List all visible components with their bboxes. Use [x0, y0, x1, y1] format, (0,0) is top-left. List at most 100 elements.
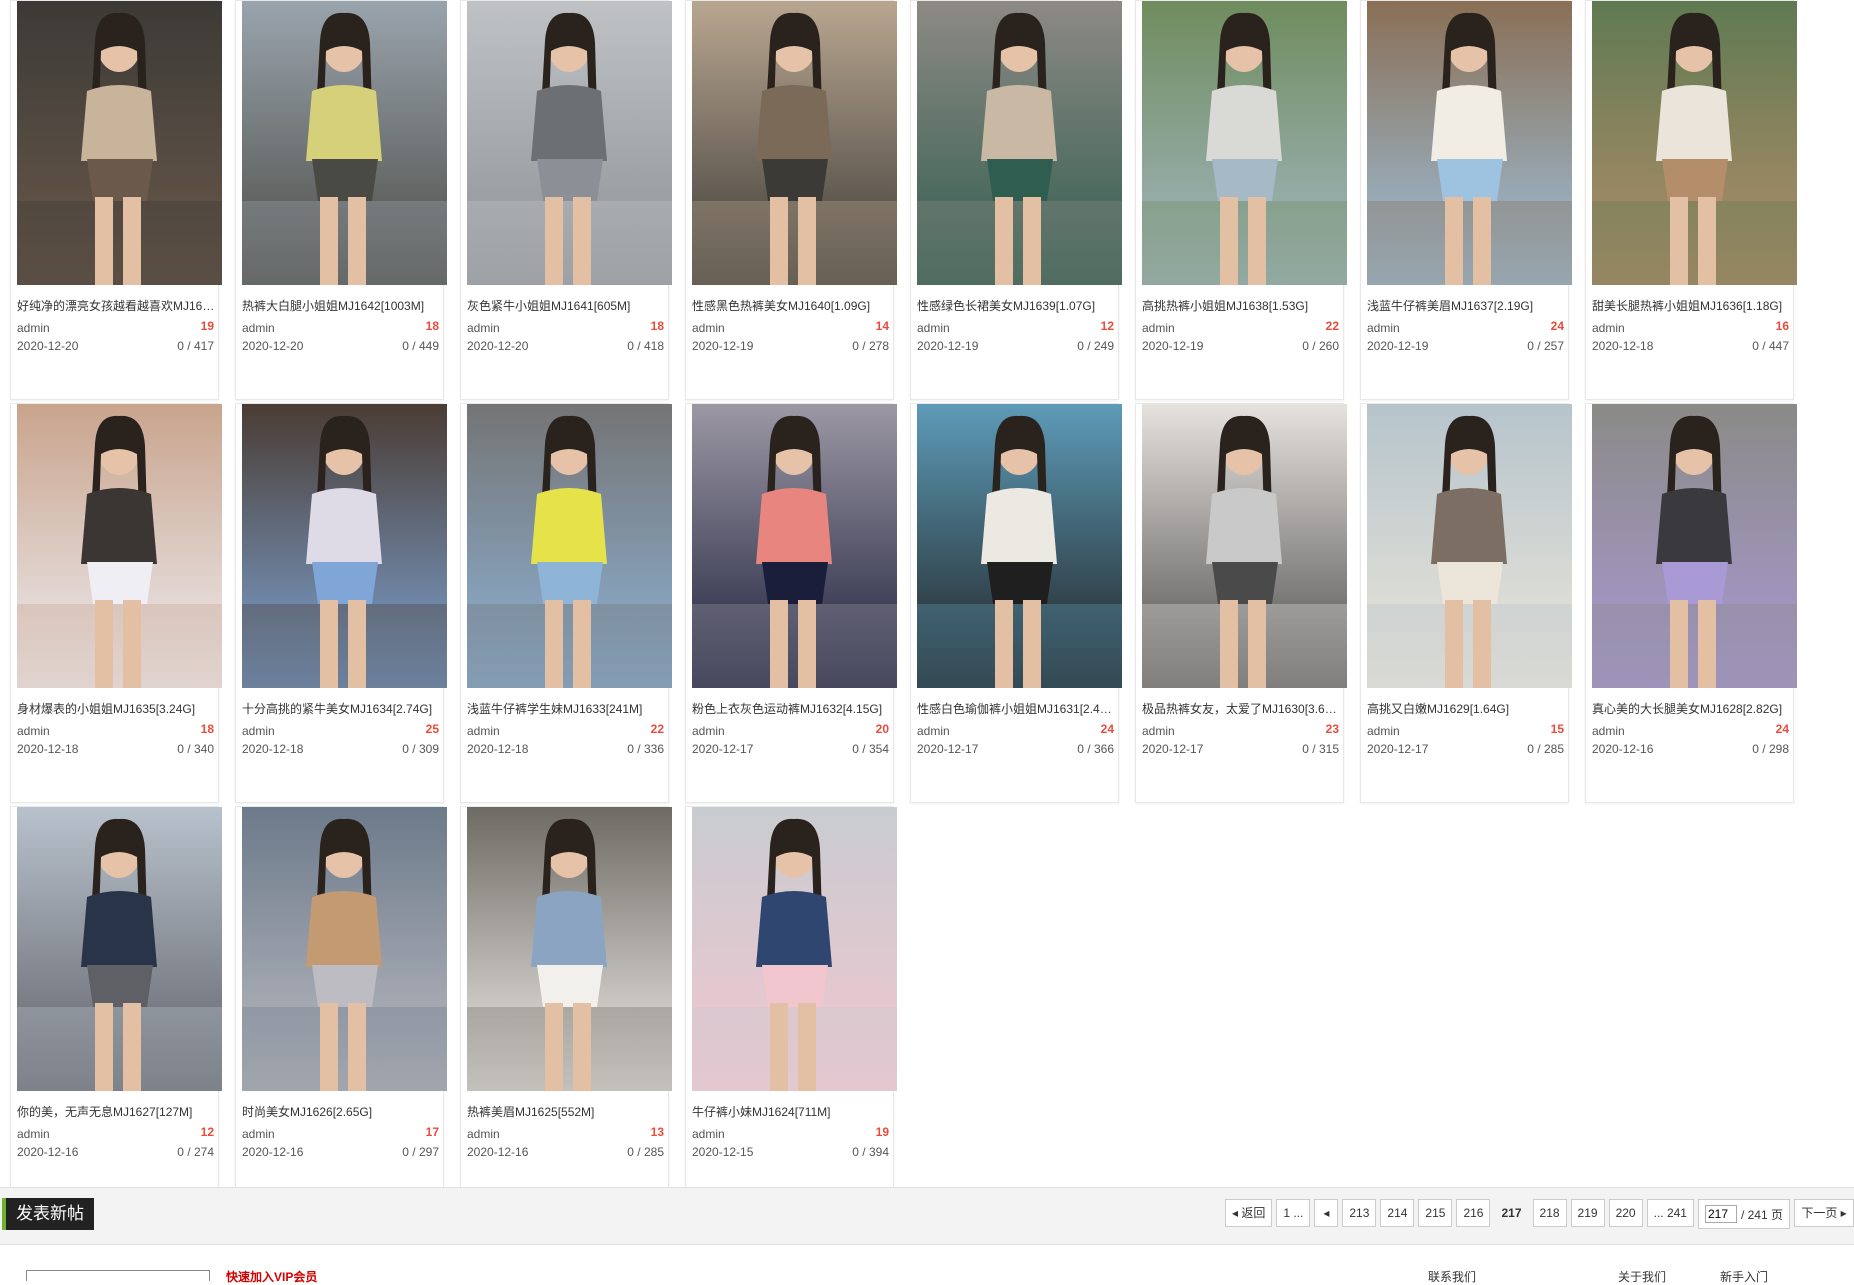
- page-last[interactable]: ... 241: [1646, 1199, 1694, 1227]
- post-thumbnail[interactable]: [1592, 404, 1797, 688]
- post-title[interactable]: 性感白色瑜伽裤小姐姐MJ1631[2.45…: [917, 700, 1117, 717]
- post-title[interactable]: 性感黑色热裤美女MJ1640[1.09G]: [692, 297, 892, 314]
- prev-page-button[interactable]: ◂: [1314, 1199, 1339, 1227]
- back-button[interactable]: ◂ 返回: [1224, 1199, 1273, 1227]
- page-216[interactable]: 216: [1456, 1199, 1491, 1227]
- post-thumbnail[interactable]: [1142, 404, 1347, 688]
- post-thumbnail[interactable]: [242, 807, 447, 1091]
- post-card[interactable]: 粉色上衣灰色运动裤MJ1632[4.15G] admin 20 2020-12-17 0…: [685, 403, 897, 803]
- page-213[interactable]: 213: [1342, 1199, 1377, 1227]
- page-jump-input[interactable]: [1704, 1205, 1737, 1223]
- post-author[interactable]: admin: [467, 321, 500, 335]
- post-author[interactable]: admin: [242, 724, 275, 738]
- post-thumbnail[interactable]: [692, 404, 897, 688]
- post-card[interactable]: 十分高挑的紧牛美女MJ1634[2.74G] admin 25 2020-12-18 0…: [235, 403, 447, 803]
- post-author[interactable]: admin: [242, 1127, 275, 1141]
- post-thumbnail[interactable]: [467, 1, 672, 285]
- page-first[interactable]: 1 ...: [1276, 1199, 1311, 1227]
- post-title[interactable]: 浅蓝牛仔裤学生妹MJ1633[241M]: [467, 700, 667, 717]
- post-card[interactable]: 身材爆表的小姐姐MJ1635[3.24G] admin 18 2020-12-18 0 …: [10, 403, 222, 803]
- post-card[interactable]: 牛仔裤小妹MJ1624[711M] admin 19 2020-12-15 0 / 39…: [685, 806, 897, 1206]
- post-title[interactable]: 性感绿色长裙美女MJ1639[1.07G]: [917, 297, 1117, 314]
- post-title[interactable]: 高挑热裤小姐姐MJ1638[1.53G]: [1142, 297, 1342, 314]
- post-thumbnail[interactable]: [1367, 1, 1572, 285]
- post-card[interactable]: 真心美的大长腿美女MJ1628[2.82G] admin 24 2020-12-16 0…: [1585, 403, 1797, 803]
- post-thumbnail[interactable]: [1367, 404, 1572, 688]
- page-214[interactable]: 214: [1380, 1199, 1415, 1227]
- post-author[interactable]: admin: [1142, 724, 1175, 738]
- post-author[interactable]: admin: [917, 724, 950, 738]
- post-title[interactable]: 时尚美女MJ1626[2.65G]: [242, 1103, 442, 1120]
- post-thumbnail[interactable]: [692, 1, 897, 285]
- post-author[interactable]: admin: [1142, 321, 1175, 335]
- post-title[interactable]: 你的美，无声无息MJ1627[127M]: [17, 1103, 217, 1120]
- post-author[interactable]: admin: [1367, 321, 1400, 335]
- post-card[interactable]: 性感黑色热裤美女MJ1640[1.09G] admin 14 2020-12-19 0 …: [685, 0, 897, 400]
- post-likes: 18: [425, 319, 439, 333]
- new-post-button[interactable]: 发表新帖: [2, 1198, 94, 1230]
- post-thumbnail[interactable]: [242, 404, 447, 688]
- post-author[interactable]: admin: [17, 321, 50, 335]
- page-219[interactable]: 219: [1570, 1199, 1605, 1227]
- post-author[interactable]: admin: [692, 724, 725, 738]
- post-author[interactable]: admin: [467, 724, 500, 738]
- post-author[interactable]: admin: [17, 724, 50, 738]
- post-thumbnail[interactable]: [1142, 1, 1347, 285]
- post-thumbnail[interactable]: [692, 807, 897, 1091]
- post-author[interactable]: admin: [1592, 724, 1625, 738]
- post-author[interactable]: admin: [917, 321, 950, 335]
- post-title[interactable]: 粉色上衣灰色运动裤MJ1632[4.15G]: [692, 700, 892, 717]
- post-card[interactable]: 好纯净的漂亮女孩越看越喜欢MJ164… admin 19 2020-12-20 0 / …: [10, 0, 222, 400]
- post-card[interactable]: 时尚美女MJ1626[2.65G] admin 17 2020-12-16 0 / 29…: [235, 806, 447, 1206]
- post-card[interactable]: 性感白色瑜伽裤小姐姐MJ1631[2.45… admin 24 2020-12-17 0…: [910, 403, 1122, 803]
- post-title[interactable]: 极品热裤女友，太爱了MJ1630[3.61…: [1142, 700, 1342, 717]
- post-card[interactable]: 高挑又白嫩MJ1629[1.64G] admin 15 2020-12-17 0 / 2…: [1360, 403, 1572, 803]
- post-title[interactable]: 好纯净的漂亮女孩越看越喜欢MJ164…: [17, 297, 217, 314]
- post-author[interactable]: admin: [242, 321, 275, 335]
- post-card[interactable]: 热裤美眉MJ1625[552M] admin 13 2020-12-16 0 / 285: [460, 806, 672, 1206]
- post-title[interactable]: 高挑又白嫩MJ1629[1.64G]: [1367, 700, 1567, 717]
- post-title[interactable]: 浅蓝牛仔裤美眉MJ1637[2.19G]: [1367, 297, 1567, 314]
- post-title[interactable]: 真心美的大长腿美女MJ1628[2.82G]: [1592, 700, 1792, 717]
- post-card[interactable]: 甜美长腿热裤小姐姐MJ1636[1.18G] admin 16 2020-12-18 0…: [1585, 0, 1797, 400]
- post-card[interactable]: 热裤大白腿小姐姐MJ1642[1003M] admin 18 2020-12-20 0 …: [235, 0, 447, 400]
- post-title[interactable]: 牛仔裤小妹MJ1624[711M]: [692, 1103, 892, 1120]
- post-title[interactable]: 身材爆表的小姐姐MJ1635[3.24G]: [17, 700, 217, 717]
- page-218[interactable]: 218: [1532, 1199, 1567, 1227]
- post-likes: 23: [1325, 722, 1339, 736]
- post-card[interactable]: 高挑热裤小姐姐MJ1638[1.53G] admin 22 2020-12-19 0 /…: [1135, 0, 1347, 400]
- post-card[interactable]: 浅蓝牛仔裤美眉MJ1637[2.19G] admin 24 2020-12-19 0 /…: [1360, 0, 1572, 400]
- post-thumbnail[interactable]: [17, 807, 222, 1091]
- post-card[interactable]: 浅蓝牛仔裤学生妹MJ1633[241M] admin 22 2020-12-18 0 /…: [460, 403, 672, 803]
- post-date: 2020-12-16: [17, 1145, 79, 1159]
- post-thumbnail[interactable]: [1592, 1, 1797, 285]
- post-author[interactable]: admin: [1367, 724, 1400, 738]
- post-thumbnail[interactable]: [242, 1, 447, 285]
- post-thumbnail[interactable]: [917, 404, 1122, 688]
- post-title[interactable]: 热裤大白腿小姐姐MJ1642[1003M]: [242, 297, 442, 314]
- post-card[interactable]: 灰色紧牛小姐姐MJ1641[605M] admin 18 2020-12-20 0 / …: [460, 0, 672, 400]
- page-220[interactable]: 220: [1608, 1199, 1643, 1227]
- post-author[interactable]: admin: [692, 1127, 725, 1141]
- post-stats: 0 / 340: [177, 742, 214, 756]
- post-title[interactable]: 灰色紧牛小姐姐MJ1641[605M]: [467, 297, 667, 314]
- post-title[interactable]: 十分高挑的紧牛美女MJ1634[2.74G]: [242, 700, 442, 717]
- post-date: 2020-12-19: [917, 339, 979, 353]
- post-author[interactable]: admin: [17, 1127, 50, 1141]
- post-card[interactable]: 你的美，无声无息MJ1627[127M] admin 12 2020-12-16 0 /…: [10, 806, 222, 1206]
- footer-search-box[interactable]: [26, 1270, 210, 1281]
- post-thumbnail[interactable]: [17, 1, 222, 285]
- post-card[interactable]: 性感绿色长裙美女MJ1639[1.07G] admin 12 2020-12-19 0 …: [910, 0, 1122, 400]
- post-card[interactable]: 极品热裤女友，太爱了MJ1630[3.61… admin 23 2020-12-17 0…: [1135, 403, 1347, 803]
- post-thumbnail[interactable]: [17, 404, 222, 688]
- page-215[interactable]: 215: [1418, 1199, 1453, 1227]
- post-thumbnail[interactable]: [467, 807, 672, 1091]
- post-thumbnail[interactable]: [917, 1, 1122, 285]
- next-page-button[interactable]: 下一页 ▸: [1794, 1199, 1854, 1227]
- post-author[interactable]: admin: [467, 1127, 500, 1141]
- post-thumbnail[interactable]: [467, 404, 672, 688]
- post-author[interactable]: admin: [1592, 321, 1625, 335]
- post-title[interactable]: 热裤美眉MJ1625[552M]: [467, 1103, 667, 1120]
- post-author[interactable]: admin: [692, 321, 725, 335]
- post-title[interactable]: 甜美长腿热裤小姐姐MJ1636[1.18G]: [1592, 297, 1792, 314]
